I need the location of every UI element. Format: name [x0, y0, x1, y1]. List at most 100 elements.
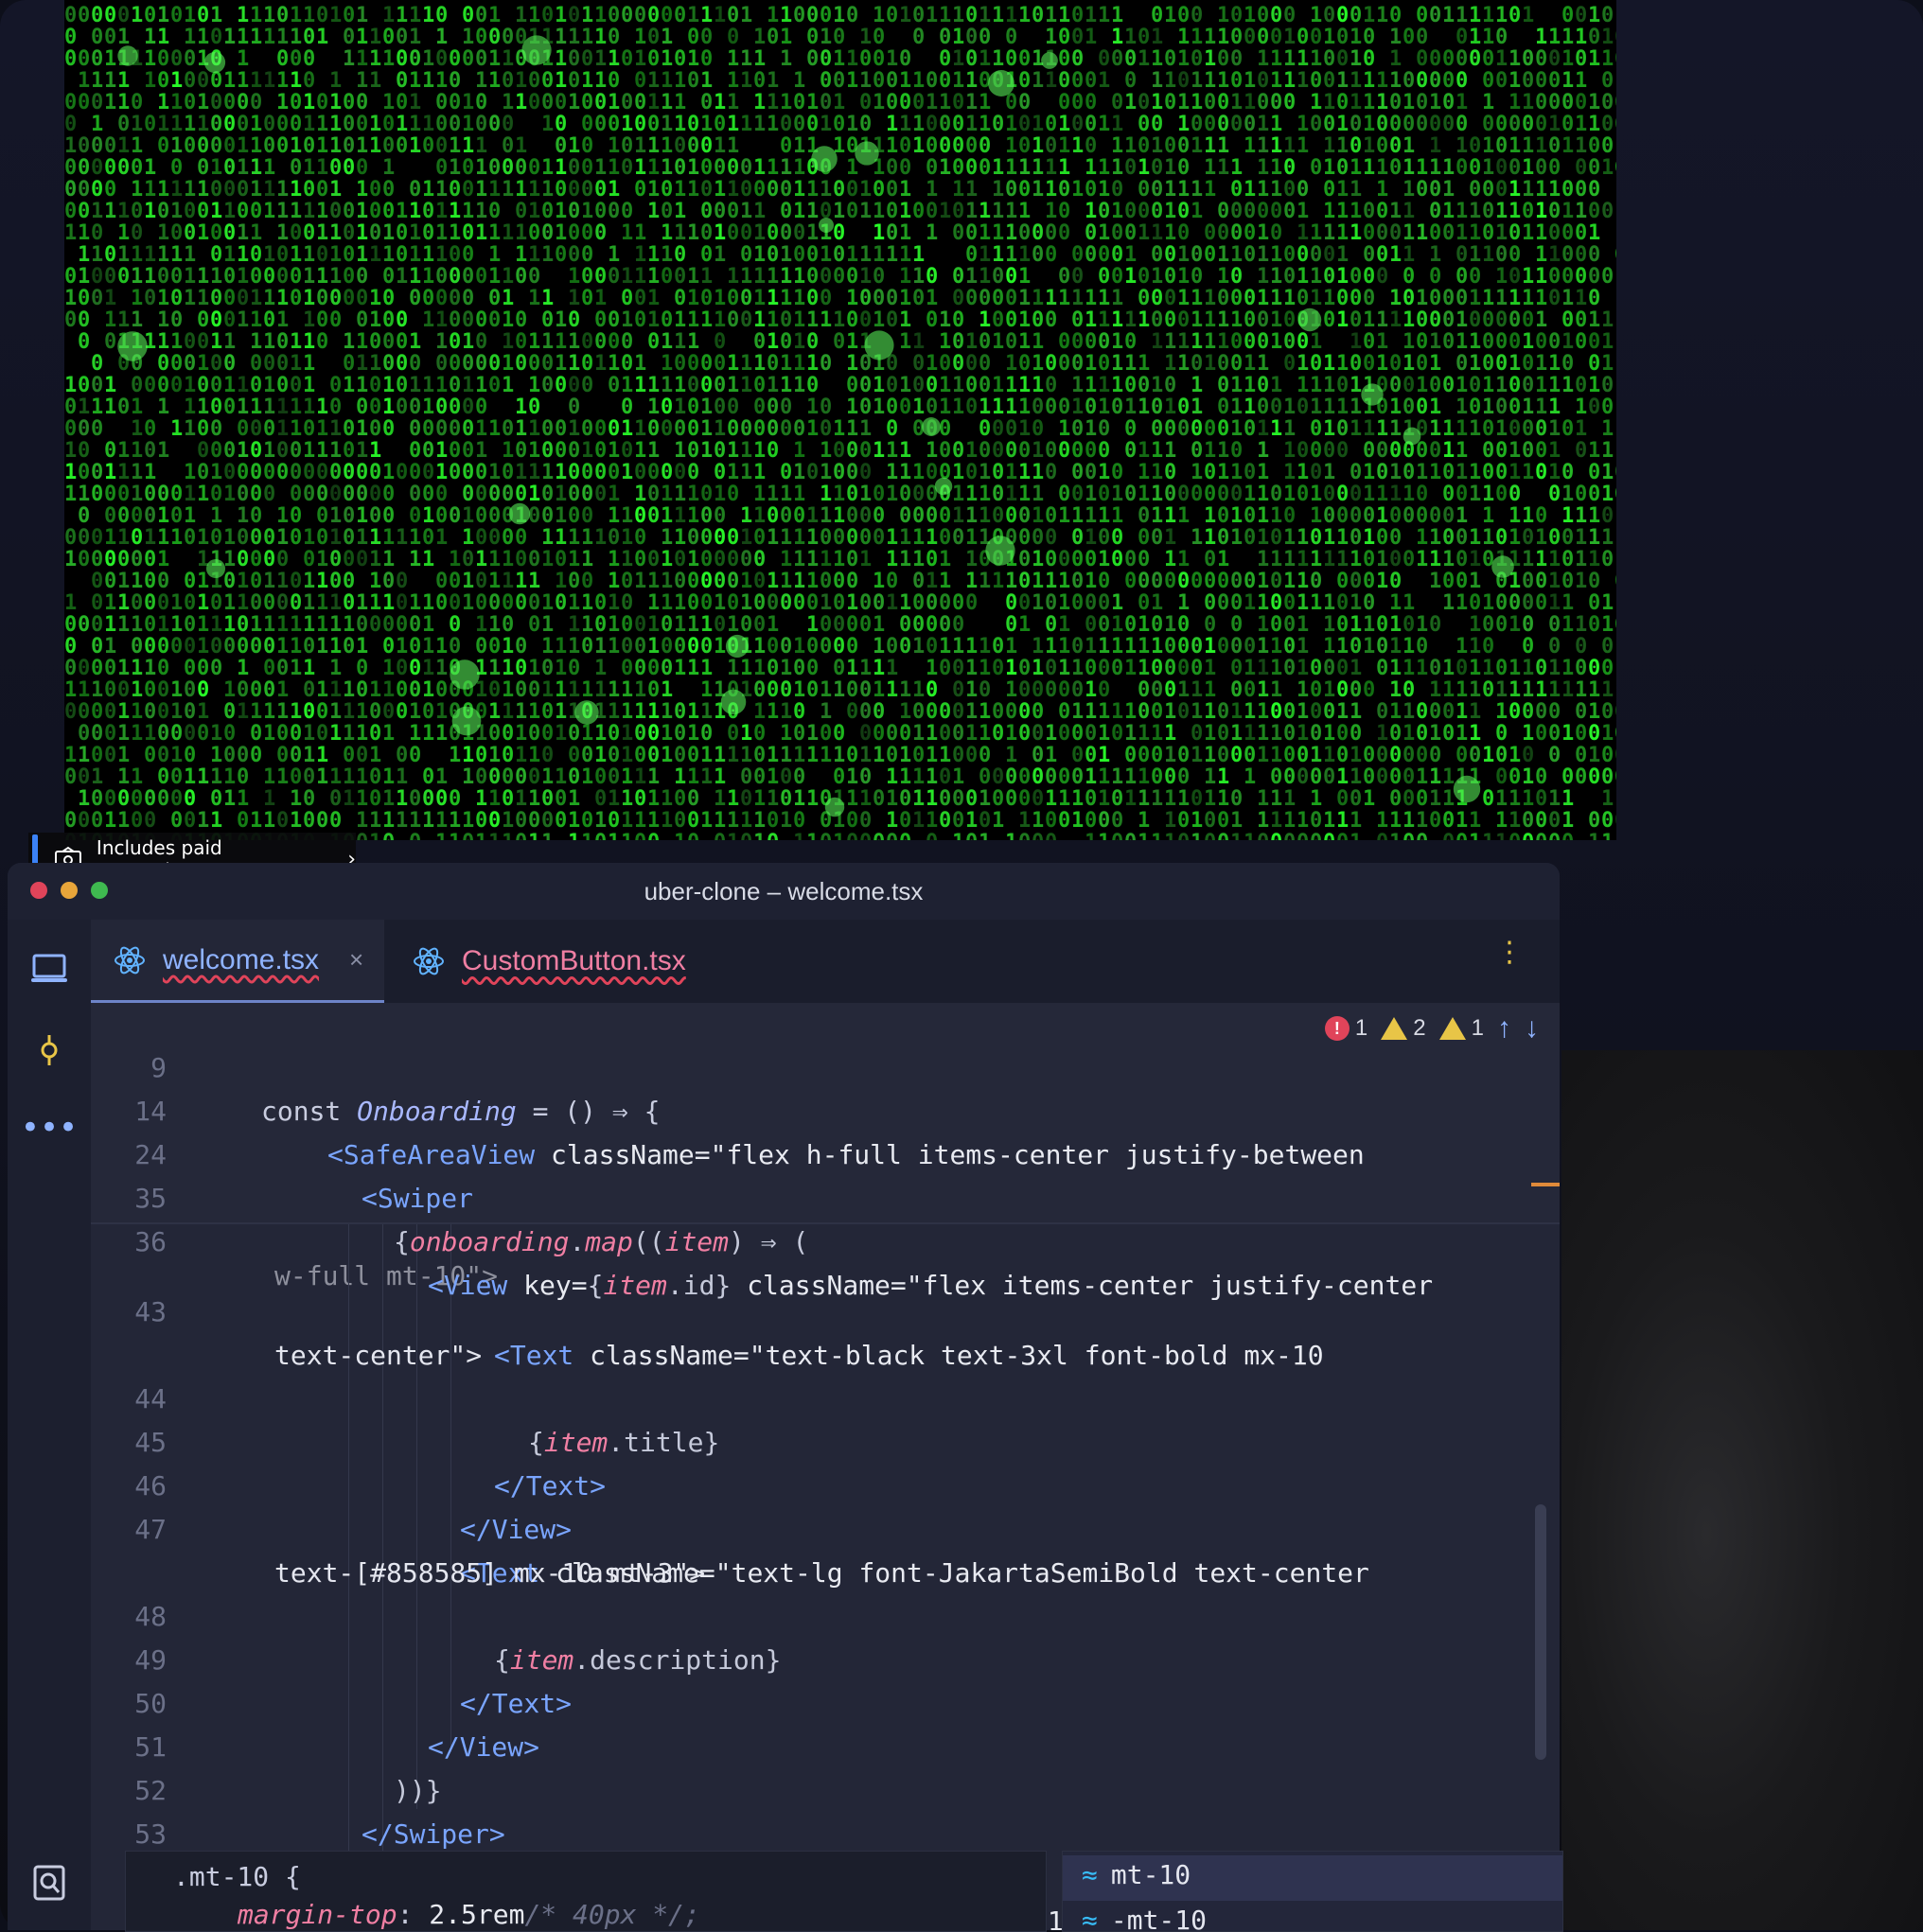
svg-text:0: 0	[1191, 657, 1203, 680]
svg-text:0: 0	[1614, 744, 1616, 767]
svg-text:1: 1	[1058, 570, 1070, 593]
svg-text:0: 0	[64, 765, 77, 789]
arrow-down-icon[interactable]: ↓	[1525, 1012, 1539, 1045]
svg-text:1: 1	[727, 91, 739, 114]
svg-text:1: 1	[1455, 678, 1468, 702]
svg-text:0: 0	[740, 613, 752, 637]
tab-custombutton[interactable]: CustomButton.tsx	[413, 920, 686, 1003]
svg-text:0: 0	[1495, 308, 1508, 332]
svg-text:1: 1	[873, 613, 885, 637]
svg-text:1: 1	[1217, 548, 1229, 571]
svg-text:0: 0	[515, 809, 527, 833]
svg-text:1: 1	[1204, 134, 1216, 158]
svg-text:1: 1	[1151, 831, 1163, 840]
svg-text:1: 1	[568, 678, 580, 702]
svg-text:0: 0	[1416, 722, 1428, 746]
svg-text:1: 1	[1416, 613, 1428, 637]
svg-text:0: 0	[634, 526, 646, 550]
svg-text:0: 0	[422, 221, 434, 245]
svg-text:1: 1	[1032, 69, 1044, 93]
svg-text:0: 0	[608, 200, 620, 223]
svg-text:0: 0	[1098, 483, 1110, 506]
svg-text:0: 0	[343, 570, 355, 593]
more-vertical-icon[interactable]: ⋮	[1495, 939, 1524, 967]
vertical-scrollbar[interactable]	[1535, 1504, 1546, 1760]
svg-text:0: 0	[223, 178, 236, 202]
svg-text:1: 1	[846, 591, 858, 615]
svg-text:1: 1	[1204, 26, 1216, 49]
svg-text:1: 1	[939, 156, 951, 180]
svg-text:0: 0	[1270, 591, 1282, 615]
svg-text:1: 1	[979, 308, 991, 332]
svg-text:1: 1	[1495, 221, 1508, 245]
svg-text:0: 0	[1045, 548, 1057, 571]
svg-text:1: 1	[621, 744, 633, 767]
svg-text:1: 1	[661, 113, 673, 136]
svg-text:0: 0	[1164, 47, 1176, 71]
svg-text:1: 1	[157, 439, 169, 463]
svg-text:1: 1	[621, 700, 633, 724]
svg-text:0: 0	[859, 91, 872, 114]
svg-text:0: 0	[117, 156, 130, 180]
commit-icon[interactable]	[28, 1029, 70, 1071]
close-icon[interactable]: ×	[349, 945, 363, 975]
svg-text:0: 0	[1561, 4, 1574, 27]
svg-text:1: 1	[568, 417, 580, 441]
inspection-widget[interactable]: ! 1 2 1 ↑ ↓	[1324, 1012, 1539, 1045]
svg-text:1: 1	[382, 91, 395, 114]
svg-text:1: 1	[608, 134, 620, 158]
completion-item[interactable]: ≈ mt-10	[1082, 1859, 1191, 1890]
svg-text:1: 1	[979, 91, 991, 114]
svg-text:0: 0	[780, 461, 792, 484]
svg-text:0: 0	[1350, 113, 1362, 136]
svg-text:1: 1	[1495, 678, 1508, 702]
svg-text:1: 1	[1164, 69, 1176, 93]
svg-text:1: 1	[382, 395, 395, 419]
tab-welcome[interactable]: welcome.tsx ×	[91, 920, 384, 1003]
svg-text:0: 0	[1495, 134, 1508, 158]
svg-text:1: 1	[1005, 200, 1017, 223]
svg-text:0: 0	[475, 26, 487, 49]
completion-item[interactable]: ≈ -mt-10	[1082, 1905, 1207, 1931]
svg-text:0: 0	[1350, 308, 1362, 332]
svg-text:0: 0	[502, 613, 514, 637]
close-window-button[interactable]	[30, 882, 47, 899]
svg-text:1: 1	[780, 243, 792, 267]
svg-text:1: 1	[1389, 657, 1402, 680]
svg-text:0: 0	[621, 395, 633, 419]
svg-text:1: 1	[1522, 134, 1534, 158]
svg-text:1: 1	[793, 831, 805, 840]
svg-text:1: 1	[1614, 831, 1616, 840]
code-editor[interactable]: ! 1 2 1 ↑ ↓ 9 const Onboarding = () ⇒ { 1…	[91, 1003, 1560, 1930]
svg-text:1: 1	[1018, 4, 1031, 27]
svg-text:0: 0	[78, 439, 90, 463]
svg-text:0: 0	[515, 200, 527, 223]
svg-text:0: 0	[581, 809, 593, 833]
arrow-up-icon[interactable]: ↑	[1497, 1012, 1511, 1045]
svg-text:1: 1	[1297, 265, 1309, 289]
svg-text:1: 1	[1204, 765, 1216, 789]
svg-text:1: 1	[435, 221, 448, 245]
svg-text:0: 0	[1071, 308, 1084, 332]
svg-text:0: 0	[1244, 200, 1256, 223]
svg-text:0: 0	[290, 265, 302, 289]
project-icon[interactable]	[28, 948, 70, 990]
svg-text:1: 1	[515, 395, 527, 419]
svg-text:0: 0	[1018, 657, 1031, 680]
svg-text:0: 0	[170, 765, 183, 789]
svg-text:1: 1	[1071, 787, 1084, 811]
svg-text:1: 1	[661, 504, 673, 528]
svg-text:0: 0	[568, 69, 580, 93]
svg-text:0: 0	[992, 287, 1004, 310]
more-icon[interactable]: •••	[21, 1107, 78, 1149]
svg-text:0: 0	[1018, 722, 1031, 746]
svg-text:1: 1	[276, 200, 289, 223]
minimize-window-button[interactable]	[61, 882, 78, 899]
svg-text:1: 1	[1522, 765, 1534, 789]
maximize-window-button[interactable]	[91, 882, 108, 899]
svg-text:1: 1	[793, 548, 805, 571]
svg-text:0: 0	[886, 69, 898, 93]
svg-text:0: 0	[1588, 243, 1600, 267]
find-icon[interactable]	[28, 1862, 70, 1904]
svg-text:0: 0	[488, 287, 501, 310]
